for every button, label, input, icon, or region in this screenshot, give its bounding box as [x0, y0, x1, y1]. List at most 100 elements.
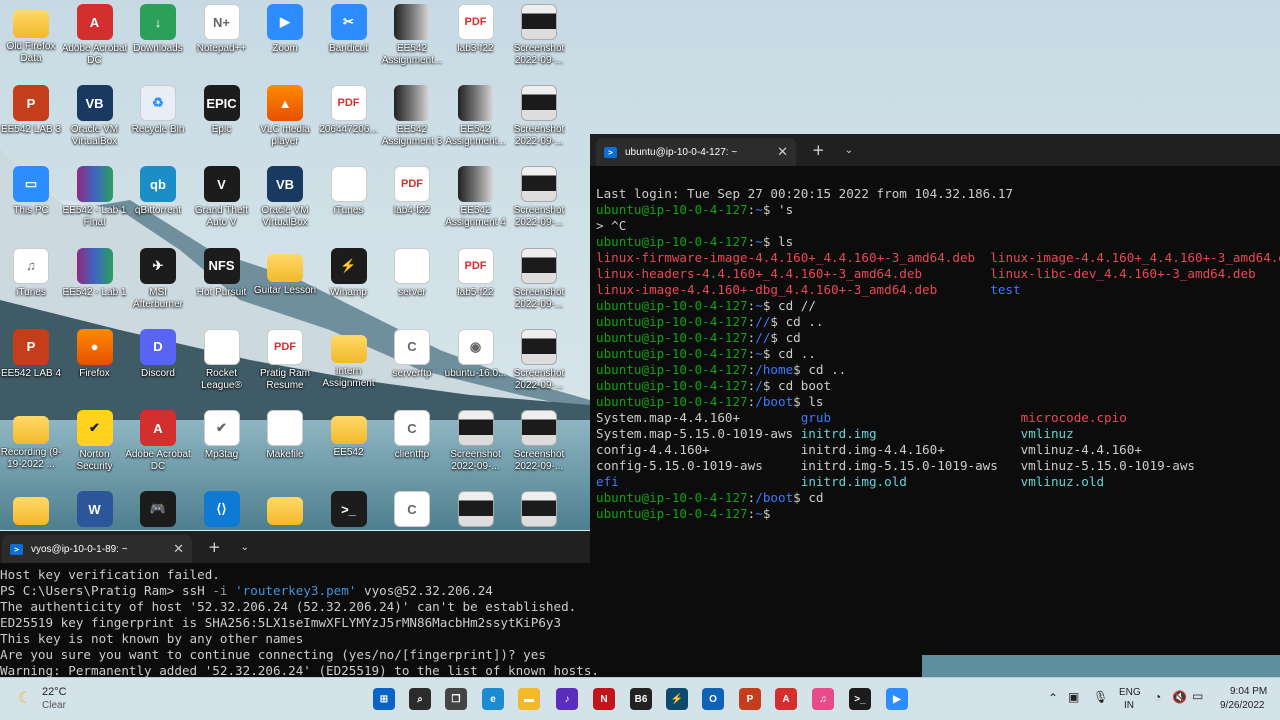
new-tab-button[interactable]: + [208, 538, 221, 556]
terminal-tab-ubuntu[interactable]: > ubuntu@ip-10-0-4-127: ~ ✕ [596, 138, 796, 166]
desktop-icon[interactable]: N+ Notepad++ [191, 4, 253, 80]
desktop-icon-label: Recording (9-19-2022 ... [0, 447, 62, 470]
terminal-output[interactable]: Host key verification failed. PS C:\Users… [0, 563, 922, 677]
new-tab-button[interactable]: + [812, 141, 825, 159]
microphone-icon[interactable]: 🎙 [1093, 690, 1108, 704]
desktop-icon[interactable]: ↓ Downloads [127, 4, 189, 80]
netflix-icon[interactable]: N [593, 688, 615, 710]
acrobat-icon[interactable]: A [775, 688, 797, 710]
desktop-icon[interactable]: ● Firefox [64, 328, 126, 405]
desktop-icon[interactable]: server [381, 247, 443, 324]
desktop-icon[interactable]: PDF Pratig Ram Resume [254, 328, 316, 405]
desktop-icon[interactable]: Recording (9-19-2022 ... [0, 410, 62, 486]
music-icon[interactable]: ♪ [556, 688, 578, 710]
desktop-icon[interactable]: EE542 Assignment... [381, 4, 443, 80]
terminal-text: ED25519 key fingerprint is SHA256:5LX1se… [0, 615, 562, 630]
desktop-icon[interactable]: PDF 206447206... [318, 85, 380, 161]
desktop-icon[interactable]: PDF lab5-f22 [445, 247, 507, 324]
weather-desc: Clear [42, 700, 66, 711]
desktop-icon[interactable]: Old Firefox Data [0, 4, 62, 80]
desktop-icon[interactable]: P EE542 LAB 4 [0, 328, 62, 405]
desktop-icon[interactable]: Screenshot 2022-09-... [445, 410, 507, 486]
desktop-icon[interactable]: PDF lab3-f22 [445, 4, 507, 80]
desktop-icon[interactable]: D Discord [127, 328, 189, 405]
desktop-icon[interactable]: Makefile [254, 410, 316, 486]
desktop-icon[interactable]: EE542 Assignment 4 [445, 166, 507, 242]
start-icon[interactable]: ⊞ [373, 688, 395, 710]
desktop-icon-label: 206447206... [319, 124, 378, 136]
clock-date[interactable]: 9/26/2022 [1220, 700, 1265, 711]
arrow-icon[interactable]: ⚡ [666, 688, 688, 710]
terminal-window-vyos[interactable]: > vyos@ip-10-0-1-89: ~ ✕ + ⌄ Host key ve… [0, 531, 922, 677]
close-tab-icon[interactable]: ✕ [173, 541, 184, 557]
desktop-icon[interactable]: A Adobe Acrobat DC [62, 4, 127, 80]
desktop-icon[interactable]: Cserverftp [381, 328, 443, 405]
weather-widget[interactable]: ☾ 22°C Clear [18, 684, 98, 716]
battery-icon[interactable]: ▭ [1192, 689, 1203, 703]
desktop-icon[interactable]: ♻ Recycle Bin [127, 85, 189, 161]
desktop-icon[interactable]: ◉ ubuntu-16.0... [445, 328, 507, 405]
desktop-icon[interactable]: ✈ MSI Afterburner [127, 247, 189, 324]
desktop-icon[interactable]: Screenshot 2022-09-... [508, 166, 570, 242]
desktop-icon[interactable]: Guitar Lesson [254, 248, 316, 324]
show-hidden-icons[interactable]: ⌃ [1048, 691, 1058, 705]
outlook-icon[interactable]: O [702, 688, 724, 710]
search-icon[interactable]: ⌕ [409, 688, 431, 710]
desktop-icon-label: Screenshot 2022-09-... [513, 367, 565, 391]
desktop-icon[interactable]: Screenshot 2022-09-... [508, 85, 570, 161]
desktop-icon[interactable]: Intern Assignment [318, 329, 380, 405]
file-explorer-icon[interactable]: ▬ [518, 688, 540, 710]
close-tab-icon[interactable]: ✕ [777, 144, 788, 160]
desktop-icon[interactable]: Rocket League® [191, 328, 253, 405]
desktop-icon[interactable]: iTunes [318, 166, 380, 242]
language-label[interactable]: ENG [1119, 687, 1141, 698]
desktop-icon[interactable]: A Adobe Acrobat DC [125, 410, 191, 486]
itunes-icon[interactable]: ♫ [812, 688, 834, 710]
desktop-icon[interactable]: VB Oracle VM VirtualBox [64, 85, 126, 161]
tab-dropdown-button[interactable]: ⌄ [845, 145, 853, 156]
desktop-icon[interactable]: Screenshot 2022-09-... [508, 247, 570, 324]
desktop-icon[interactable]: qb qBittorrent [127, 166, 189, 242]
wifi-icon[interactable]: ◔ [1154, 690, 1161, 704]
clock-time[interactable]: 9:04 PM [1230, 686, 1267, 697]
desktop-icon[interactable]: ✔ Mp3tag [191, 410, 253, 486]
tab-dropdown-button[interactable]: ⌄ [241, 542, 249, 553]
terminal-text: $ cd .. [793, 362, 847, 377]
desktop-icon[interactable]: EE542 Assignment 3 [381, 85, 443, 161]
desktop-icon[interactable]: ⚡ Winamp [318, 247, 380, 324]
desktop-icon[interactable]: V Grand Theft Auto V [191, 166, 253, 242]
desktop-icon-label: MSI Afterburner [132, 286, 184, 310]
desktop-icon-label: Winamp [330, 286, 367, 298]
desktop-icon[interactable]: ▭ This PC [0, 166, 62, 242]
powerpoint-icon[interactable]: P [739, 688, 761, 710]
desktop-icon[interactable]: VB Oracle VM VirtualBox [254, 166, 316, 242]
volume-muted-icon[interactable]: 🔇 [1172, 690, 1187, 704]
tray-app-icon[interactable]: ▣ [1068, 690, 1079, 704]
desktop-icon[interactable]: EE542 [318, 410, 380, 486]
desktop-icon[interactable]: NFS Hot Pursuit [191, 247, 253, 324]
desktop-icon[interactable]: Cclientftp [381, 410, 443, 486]
desktop-icon-label: Grand Theft Auto V [194, 205, 249, 229]
desktop-icon[interactable]: EPIC Epic [191, 85, 253, 161]
desktop-icon[interactable]: ✔ Norton Security [64, 410, 126, 486]
desktop-icon[interactable]: EE542 - Lab 1 Final [63, 166, 126, 242]
zoom-icon[interactable]: ▶ [886, 688, 908, 710]
desktop-icon[interactable]: Screenshot 2022-09-... [508, 328, 570, 405]
desktop-icon[interactable]: ✂ Bandicut [318, 4, 380, 80]
task-view-icon[interactable]: ❐ [445, 688, 467, 710]
region-label[interactable]: IN [1124, 700, 1134, 711]
desktop-icon[interactable]: ▶ Zoom [254, 4, 316, 80]
edge-icon[interactable]: e [482, 688, 504, 710]
bo-icon[interactable]: B6 [630, 688, 652, 710]
desktop-icon[interactable]: ♫ iTunes [0, 247, 62, 324]
desktop-icon[interactable]: ▲ VLC media player [254, 85, 316, 161]
desktop-icon[interactable]: Screenshot 2022-09-... [508, 410, 570, 486]
terminal-text: test [990, 282, 1021, 297]
desktop-icon[interactable]: EE542 - Lab 1 [63, 247, 126, 324]
desktop-icon[interactable]: EE542 Assignment... [445, 85, 507, 161]
terminal-icon[interactable]: >_ [849, 688, 871, 710]
desktop-icon[interactable]: P EE542 LAB 3 [0, 85, 62, 161]
terminal-tab-vyos[interactable]: > vyos@ip-10-0-1-89: ~ ✕ [2, 535, 192, 563]
desktop-icon[interactable]: Screenshot 2022-09-... [508, 4, 570, 80]
desktop-icon[interactable]: PDF lab4-f22 [381, 166, 443, 242]
